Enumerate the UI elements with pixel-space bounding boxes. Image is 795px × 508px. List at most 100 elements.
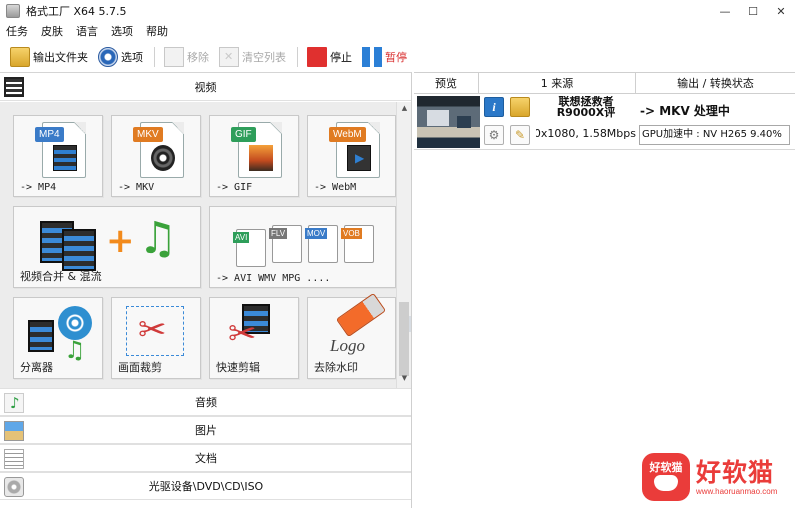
title-bar: 格式工厂 X64 5.7.5 — ☐ ✕	[0, 0, 795, 22]
info-icon[interactable]: i	[484, 97, 504, 117]
menu-help[interactable]: 帮助	[146, 23, 168, 39]
options-button[interactable]: 选项	[94, 44, 147, 70]
gif-file-icon: GIF	[231, 122, 282, 178]
column-source[interactable]: 1 来源	[479, 73, 636, 93]
category-image-label: 图片	[195, 424, 217, 437]
category-image[interactable]: 图片	[0, 416, 411, 444]
settings-gear-icon[interactable]: ⚙	[484, 125, 504, 145]
flv-tag: FLV	[269, 228, 288, 239]
stop-button[interactable]: 停止	[303, 44, 356, 70]
film-icon	[62, 229, 96, 271]
tile-splitter-label: 分离器	[20, 361, 53, 374]
stop-label: 停止	[330, 51, 352, 64]
pause-icon	[362, 47, 382, 67]
mov-file-icon: MOV	[305, 225, 338, 263]
category-disc[interactable]: 光驱设备\DVD\CD\ISO	[0, 472, 411, 500]
source-file-info: 1920x1080, 1.58Mbps	[536, 127, 636, 140]
vob-tag: VOB	[341, 228, 362, 239]
mp4-tag: MP4	[35, 127, 64, 142]
merge-art: + ♫	[40, 213, 180, 273]
tile-to-mp4-label: -> MP4	[20, 182, 57, 193]
vob-file-icon: VOB	[341, 225, 374, 263]
minimize-button[interactable]: —	[711, 0, 739, 22]
tile-quick-cut-label: 快速剪辑	[216, 361, 260, 374]
video-tiles: MP4 -> MP4 MKV -> MKV GIF -> GIF WebM ▶ …	[0, 102, 396, 388]
toolbar-divider	[154, 47, 155, 67]
tile-crop[interactable]: ✂ 画面裁剪	[111, 297, 201, 379]
film-reel-icon	[58, 306, 92, 340]
clear-list-button[interactable]: 清空列表	[215, 44, 290, 70]
task-list-panel: 预览 1 来源 输出 / 转换状态 i ⚙ ✎ 联想拯救者R9000X评 192…	[414, 72, 795, 508]
splitter-art: ♫	[28, 306, 98, 366]
output-format-status: -> MKV 处理中	[640, 104, 730, 118]
pause-button[interactable]: 暂停	[358, 44, 411, 70]
music-note-icon: ♫	[138, 213, 178, 264]
menu-bar: 任务 皮肤 语言 选项 帮助	[0, 22, 181, 40]
document-category-icon	[4, 449, 24, 469]
column-status[interactable]: 输出 / 转换状态	[636, 73, 795, 93]
tile-quick-cut[interactable]: ✂ 快速剪辑	[209, 297, 299, 379]
mp4-file-icon: MP4	[35, 122, 86, 178]
close-button[interactable]: ✕	[767, 0, 795, 22]
tile-remove-watermark-label: 去除水印	[314, 361, 358, 374]
tile-to-mkv[interactable]: MKV -> MKV	[111, 115, 201, 197]
menu-language[interactable]: 语言	[76, 23, 98, 39]
tiles-scrollbar[interactable]: ▲ ▼	[396, 102, 411, 388]
site-watermark: 好软猫 好软猫 www.haoruanmao.com	[642, 453, 777, 501]
scroll-thumb[interactable]	[399, 302, 411, 376]
app-icon	[6, 4, 20, 18]
pause-label: 暂停	[385, 51, 407, 64]
film-icon	[28, 320, 54, 352]
watermark-text: 好软猫 www.haoruanmao.com	[696, 457, 777, 496]
watermark-badge-text: 好软猫	[649, 461, 683, 474]
remove-button[interactable]: 移除	[160, 44, 213, 70]
edit-icon[interactable]: ✎	[510, 125, 530, 145]
mkv-tag: MKV	[133, 127, 163, 142]
watermark-name: 好软猫	[696, 457, 775, 487]
tile-to-gif[interactable]: GIF -> GIF	[209, 115, 299, 197]
conversion-progress: GPU加速中 : NV H265 9.40%	[639, 125, 790, 145]
stop-icon	[307, 47, 327, 67]
scissors-icon: ✂	[228, 314, 257, 354]
column-preview[interactable]: 预览	[414, 73, 479, 93]
open-folder-icon[interactable]	[510, 97, 530, 117]
menu-skin[interactable]: 皮肤	[41, 23, 63, 39]
music-note-icon: ♫	[64, 336, 86, 364]
gif-tag: GIF	[231, 127, 256, 142]
tile-crop-label: 画面裁剪	[118, 361, 162, 374]
plus-icon: +	[106, 221, 135, 261]
window-controls: — ☐ ✕	[711, 0, 795, 22]
scissors-icon: ✂	[138, 310, 167, 350]
category-video-label: 视频	[194, 80, 217, 94]
menu-options[interactable]: 选项	[111, 23, 133, 39]
tile-to-mp4[interactable]: MP4 -> MP4	[13, 115, 103, 197]
clear-list-label: 清空列表	[242, 51, 286, 64]
scroll-up-icon[interactable]: ▲	[397, 104, 411, 116]
maximize-button[interactable]: ☐	[739, 0, 767, 22]
watermark-logo: 好软猫	[642, 453, 690, 501]
tile-to-other-formats[interactable]: AVI FLV MOV VOB -> AVI WMV MPG ....	[209, 206, 396, 288]
output-folder-button[interactable]: 输出文件夹	[6, 44, 92, 70]
category-document[interactable]: 文档	[0, 444, 411, 472]
toolbar-divider	[297, 47, 298, 67]
source-file-name: 联想拯救者R9000X评	[556, 96, 616, 118]
menu-task[interactable]: 任务	[6, 23, 28, 39]
tile-merge-mux[interactable]: + ♫ 视频合并 & 混流	[13, 206, 201, 288]
scroll-down-icon[interactable]: ▼	[397, 374, 411, 386]
photo-icon	[249, 145, 273, 171]
output-folder-label: 输出文件夹	[33, 51, 88, 64]
task-list-header: 预览 1 来源 输出 / 转换状态	[414, 72, 795, 94]
mkv-file-icon: MKV	[133, 122, 184, 178]
tile-remove-watermark[interactable]: Logo 去除水印	[307, 292, 396, 379]
options-label: 选项	[121, 51, 143, 64]
function-panel: 视频 MP4 -> MP4 MKV -> MKV GIF -> GIF WebM…	[0, 72, 412, 508]
avi-tag: AVI	[233, 232, 250, 243]
category-audio[interactable]: 音频	[0, 388, 411, 416]
category-list: 音频 图片 文档 光驱设备\DVD\CD\ISO	[0, 388, 411, 500]
folder-icon	[10, 47, 30, 67]
category-video[interactable]: 视频	[0, 73, 411, 101]
task-row[interactable]: i ⚙ ✎ 联想拯救者R9000X评 1920x1080, 1.58Mbps -…	[414, 94, 795, 150]
options-gear-icon	[98, 47, 118, 67]
tile-to-webm[interactable]: WebM -> WebM	[307, 115, 396, 197]
tile-splitter[interactable]: ♫ 分离器	[13, 297, 103, 379]
